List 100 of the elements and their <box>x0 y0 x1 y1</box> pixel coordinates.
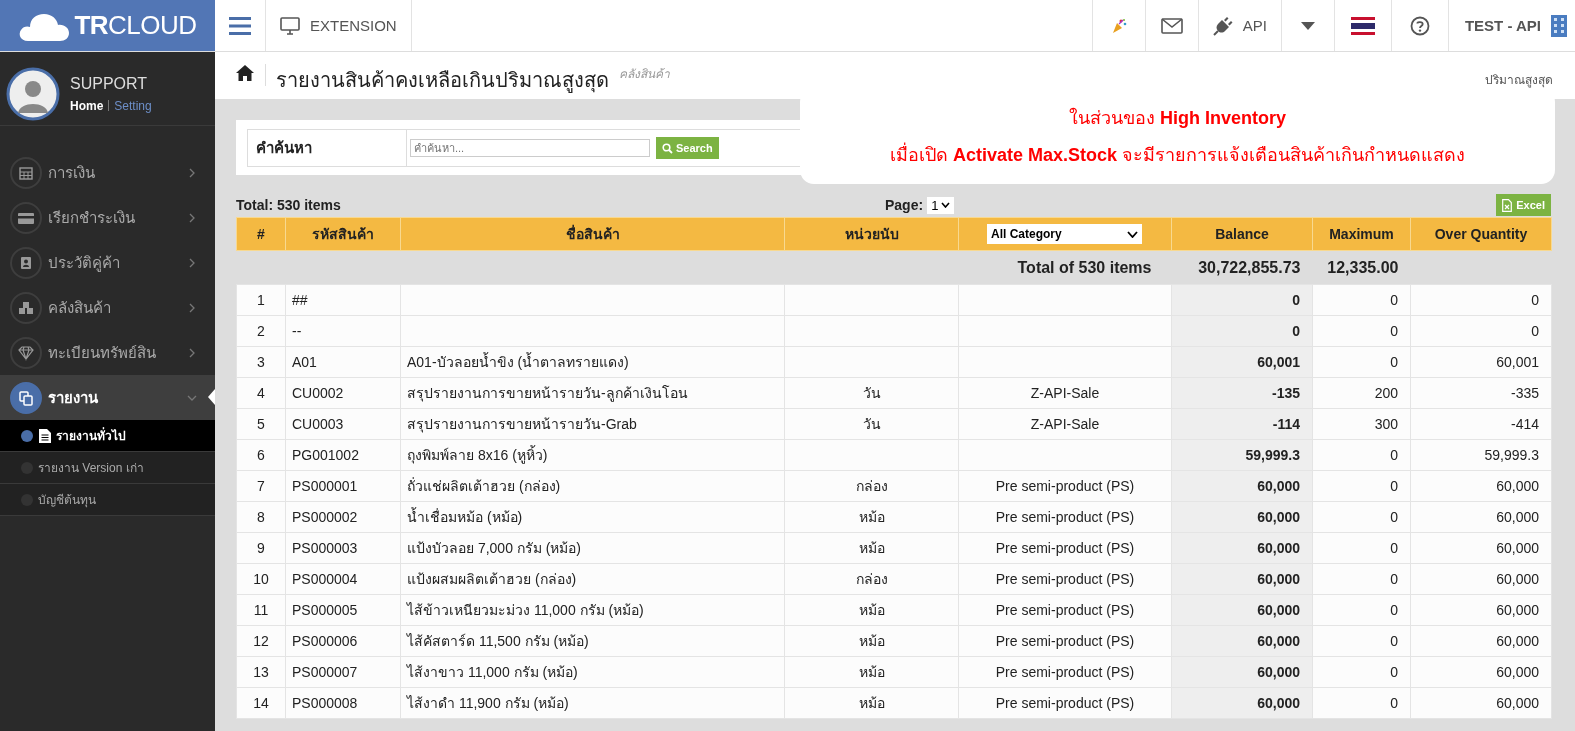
table-cell: 12 <box>236 625 286 657</box>
table-cell: -114 <box>1171 408 1313 440</box>
table-cell: CU0003 <box>285 408 401 440</box>
table-cell: 1 <box>236 284 286 316</box>
table-cell: 0 <box>1312 532 1411 564</box>
table-cell: 0 <box>1312 656 1411 688</box>
user-name: SUPPORT <box>70 74 149 93</box>
table-cell: Pre semi-product (PS) <box>958 687 1172 719</box>
sidebar-item-label: คลังสินค้า <box>48 297 112 318</box>
document-icon <box>38 427 52 444</box>
table-cell: 60,000 <box>1410 656 1552 688</box>
total-count: Total: 530 items <box>236 197 342 213</box>
table-cell: 60,000 <box>1410 470 1552 502</box>
table-cell: 4 <box>236 377 286 409</box>
home-link[interactable]: Home <box>70 98 104 113</box>
menu-icon[interactable] <box>229 16 251 35</box>
sidebar-item-label: เรียกชำระเงิน <box>48 207 136 228</box>
bullet-icon <box>20 428 34 443</box>
table-cell: Z-API-Sale <box>958 408 1172 440</box>
table-cell: 0 <box>1312 501 1411 533</box>
table-cell: A01 <box>285 346 401 378</box>
table-cell: ไส้งาดำ 11,900 กรัม (หม้อ) <box>400 687 785 719</box>
search-field[interactable]: คำค้นหา... <box>410 139 650 157</box>
table-cell: PS000003 <box>285 532 401 564</box>
table-cell: 0 <box>1171 284 1313 316</box>
avatar-icon <box>6 66 60 121</box>
chevron-down-icon <box>1127 230 1138 238</box>
table-cell: Pre semi-product (PS) <box>958 501 1172 533</box>
sidebar-item[interactable]: การเงิน <box>0 150 215 195</box>
table-cell: -335 <box>1410 377 1552 409</box>
column-header: Balance <box>1171 217 1313 251</box>
table-cell: 0 <box>1312 625 1411 657</box>
menu-item-icon <box>10 201 42 234</box>
setting-link[interactable]: Setting <box>114 98 152 113</box>
chevron-right-icon <box>187 257 197 268</box>
table-cell: PG001002 <box>285 439 401 471</box>
submenu-label: รายงานทั่วไป <box>56 426 126 445</box>
breadcrumb[interactable]: ปริมาณสูงสุด <box>1485 70 1553 89</box>
sidebar-item[interactable]: ทะเบียนทรัพย์สิน <box>0 330 215 375</box>
submenu-item[interactable]: รายงาน Version เก่า <box>0 452 215 484</box>
search-label: คำค้นหา <box>247 129 407 167</box>
search-icon <box>662 142 673 154</box>
table-cell: 0 <box>1312 687 1411 719</box>
flag-icon[interactable] <box>1350 16 1375 35</box>
table-cell: PS000002 <box>285 501 401 533</box>
sidebar-item[interactable]: เรียกชำระเงิน <box>0 195 215 240</box>
sidebar-item-label: การเงิน <box>48 162 96 183</box>
party-popper-icon[interactable] <box>1110 17 1127 34</box>
sidebar-item[interactable]: คลังสินค้า <box>0 285 215 330</box>
column-header: ชื่อสินค้า <box>400 217 785 251</box>
table-cell: 0 <box>1312 594 1411 626</box>
page-select[interactable]: 1 <box>927 196 955 214</box>
table-cell: ## <box>285 284 401 316</box>
table-cell: 60,001 <box>1410 346 1552 378</box>
table-cell: ไส้คัสตาร์ด 11,500 กรัม (หม้อ) <box>400 625 785 657</box>
table-cell: 0 <box>1312 563 1411 595</box>
table-cell: 60,000 <box>1410 532 1552 564</box>
table-cell: Pre semi-product (PS) <box>958 656 1172 688</box>
building-icon <box>1551 14 1567 37</box>
table-cell: 9 <box>236 532 286 564</box>
spreadsheet-icon <box>1502 198 1513 212</box>
table-cell: PS000004 <box>285 563 401 595</box>
column-header: รหัสสินค้า <box>285 217 401 251</box>
table-cell: หม้อ <box>784 656 959 688</box>
sidebar-item[interactable]: รายงาน <box>0 375 215 420</box>
menu-item-icon <box>10 336 42 369</box>
table-cell: Z-API-Sale <box>958 377 1172 409</box>
help-icon[interactable] <box>1409 15 1430 36</box>
table-cell: 0 <box>1312 346 1411 378</box>
table-cell: 3 <box>236 346 286 378</box>
submenu-item[interactable]: รายงานทั่วไป <box>0 420 215 452</box>
table-cell: 7 <box>236 470 286 502</box>
table-cell: 0 <box>1312 470 1411 502</box>
table-cell: PS000008 <box>285 687 401 719</box>
table-cell: 10 <box>236 563 286 595</box>
table-cell: หม้อ <box>784 687 959 719</box>
category-select[interactable]: All Category <box>987 224 1142 244</box>
table-cell: 2 <box>236 315 286 347</box>
caret-down-icon[interactable] <box>1300 21 1315 30</box>
table-cell: ถุงพิมพ์ลาย 8x16 (หูหิ้ว) <box>400 439 785 471</box>
sidebar-item-label: รายงาน <box>48 387 99 408</box>
submenu-item[interactable]: บัญชีต้นทุน <box>0 484 215 516</box>
page-label: Page: <box>885 197 924 213</box>
home-icon[interactable] <box>235 64 255 82</box>
menu-item-icon <box>10 381 42 414</box>
submenu-label: บัญชีต้นทุน <box>38 492 96 509</box>
sidebar-item-label: ประวัติคู่ค้า <box>48 252 121 274</box>
sidebar-item[interactable]: ประวัติคู่ค้า <box>0 240 215 285</box>
table-cell: กล่อง <box>784 563 959 595</box>
menu-item-icon <box>10 291 42 324</box>
monitor-icon <box>280 16 300 35</box>
chevron-right-icon <box>187 167 197 178</box>
table-cell: Pre semi-product (PS) <box>958 470 1172 502</box>
table-cell: 60,000 <box>1171 656 1313 688</box>
mail-icon[interactable] <box>1160 17 1183 34</box>
table-cell: สรุปรายงานการขายหน้ารายวัน-ลูกค้าเงินโอน <box>400 377 785 409</box>
table-cell: PS000007 <box>285 656 401 688</box>
table-cell: 60,000 <box>1171 470 1313 502</box>
table-cell: 5 <box>236 408 286 440</box>
table-cell: น้ำเชื่อมหม้อ (หม้อ) <box>400 501 785 533</box>
